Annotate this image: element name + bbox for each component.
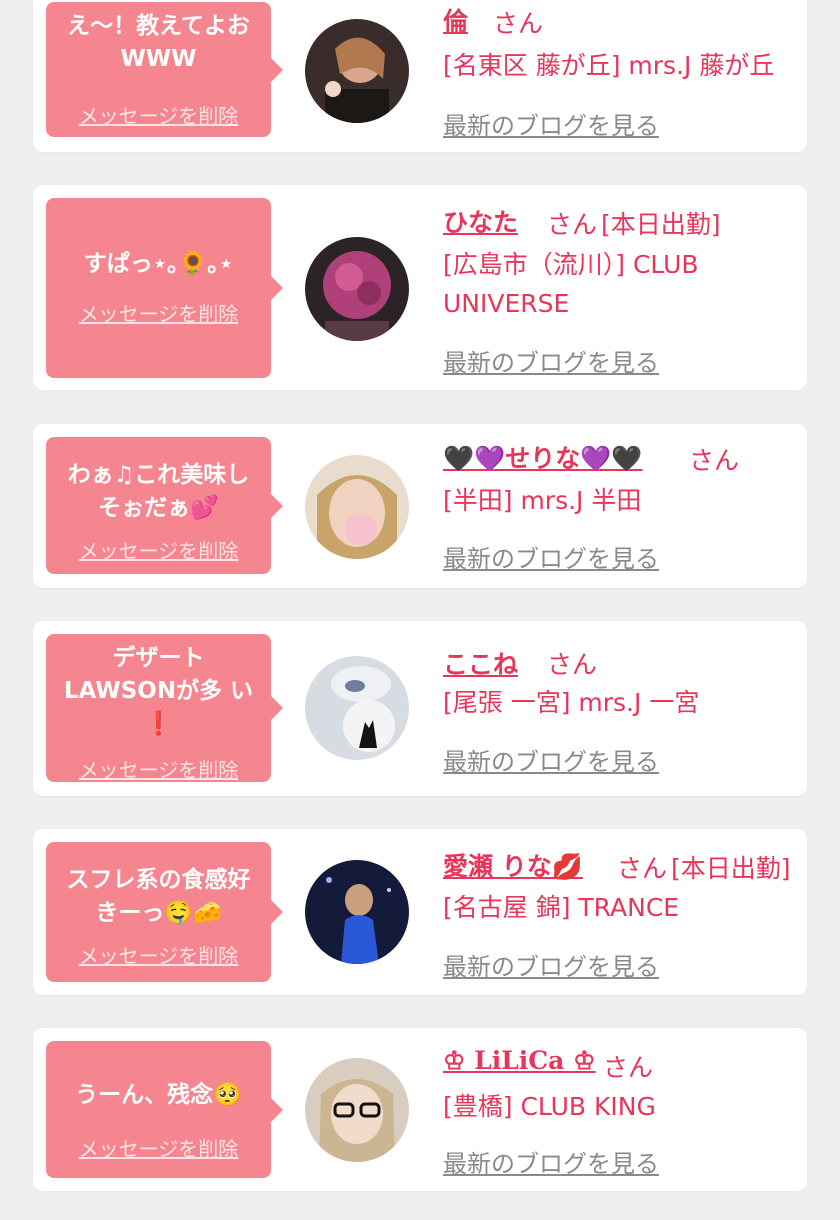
message-bubble: デザート LAWSONが多 い❗️ メッセージを削除 (46, 634, 283, 783)
avatar[interactable] (305, 860, 409, 964)
latest-blog-link[interactable]: 最新のブログを見る (443, 343, 659, 378)
message-text: うーん、残念🥺 (75, 1082, 242, 1108)
message-feed: え〜！教えてよお WWW メッセージを削除 倫 さん [名東区 藤が丘] mrs… (0, 0, 840, 1220)
message-card: わぁ♫これ美味し そぉだぁ💕 メッセージを削除 🖤💜せりな💜🖤 さん [半田] … (33, 424, 807, 588)
message-text: スフレ系の食感好 きーっ🤤🧀 (66, 867, 251, 926)
avatar[interactable] (305, 455, 409, 559)
message-card: うーん、残念🥺 メッセージを削除 ♔ LiLiCa ♔ さん [豊橋] CLUB… (33, 1028, 807, 1191)
message-bubble: スフレ系の食感好 きーっ🤤🧀 メッセージを削除 (46, 842, 283, 982)
delete-message-link[interactable]: メッセージを削除 (46, 298, 271, 327)
shop-info: [広島市（流川）] CLUB UNIVERSE (443, 250, 699, 318)
latest-blog-link[interactable]: 最新のブログを見る (443, 1144, 659, 1179)
message-bubble: すぱっ⋆｡🌻｡⋆ メッセージを削除 (46, 198, 283, 378)
message-card: すぱっ⋆｡🌻｡⋆ メッセージを削除 ひなた さん [本日出勤] [広島市（流川）… (33, 185, 807, 390)
avatar[interactable] (305, 237, 409, 341)
san-suffix: さん (603, 1053, 654, 1082)
message-bubble: わぁ♫これ美味し そぉだぁ💕 メッセージを削除 (46, 437, 283, 574)
delete-message-link[interactable]: メッセージを削除 (46, 535, 271, 564)
san-suffix: さん (547, 210, 598, 239)
san-suffix: さん (689, 446, 740, 475)
message-card: スフレ系の食感好 きーっ🤤🧀 メッセージを削除 愛瀬 りな💋 さん [本日出勤]… (33, 829, 807, 995)
san-suffix: さん (493, 9, 544, 38)
avatar[interactable] (305, 19, 409, 123)
message-card: え〜！教えてよお WWW メッセージを削除 倫 さん [名東区 藤が丘] mrs… (33, 0, 807, 152)
latest-blog-link[interactable]: 最新のブログを見る (443, 539, 659, 574)
cast-name-link[interactable]: ♔ LiLiCa ♔ (443, 1046, 595, 1075)
avatar[interactable] (305, 1058, 409, 1162)
message-text: え〜！教えてよお WWW (67, 13, 250, 72)
shop-info: [名東区 藤が丘] mrs.J 藤が丘 (443, 51, 775, 80)
delete-message-link[interactable]: メッセージを削除 (46, 940, 271, 969)
latest-blog-link[interactable]: 最新のブログを見る (443, 947, 659, 982)
san-suffix: さん (617, 854, 668, 883)
latest-blog-link[interactable]: 最新のブログを見る (443, 106, 659, 141)
cast-name-link[interactable]: ひなた (443, 203, 518, 239)
cast-name-link[interactable]: 愛瀬 りな💋 (443, 847, 583, 883)
shop-info: [名古屋 錦] TRANCE (443, 893, 680, 922)
message-card: デザート LAWSONが多 い❗️ メッセージを削除 ここね さん [尾張 一宮… (33, 621, 807, 796)
work-status: [本日出勤] (601, 210, 721, 239)
shop-info: [尾張 一宮] mrs.J 一宮 (443, 688, 700, 717)
delete-message-link[interactable]: メッセージを削除 (46, 754, 271, 783)
message-text: わぁ♫これ美味し そぉだぁ💕 (67, 462, 250, 521)
cast-name-link[interactable]: 🖤💜せりな💜🖤 (443, 439, 643, 475)
message-bubble: うーん、残念🥺 メッセージを削除 (46, 1041, 283, 1178)
delete-message-link[interactable]: メッセージを削除 (46, 1133, 271, 1162)
latest-blog-link[interactable]: 最新のブログを見る (443, 742, 659, 777)
message-text: すぱっ⋆｡🌻｡⋆ (83, 251, 234, 277)
message-text: デザート LAWSONが多 い❗️ (63, 645, 254, 737)
work-status: [本日出勤] (671, 854, 791, 883)
avatar[interactable] (305, 656, 409, 760)
cast-name-link[interactable]: 倫 (443, 2, 468, 38)
message-bubble: え〜！教えてよお WWW メッセージを削除 (46, 2, 283, 137)
shop-info: [豊橋] CLUB KING (443, 1092, 656, 1121)
san-suffix: さん (547, 650, 598, 679)
delete-message-link[interactable]: メッセージを削除 (46, 100, 271, 129)
cast-name-link[interactable]: ここね (443, 645, 518, 681)
shop-info: [半田] mrs.J 半田 (443, 486, 642, 515)
